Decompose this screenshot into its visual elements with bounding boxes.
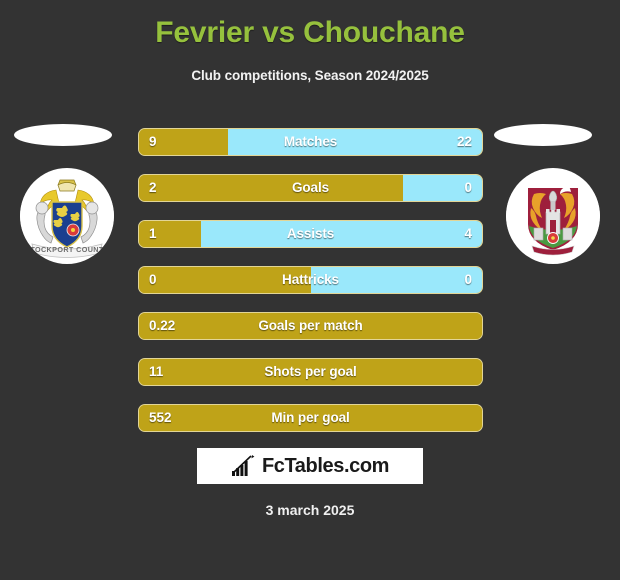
- stat-row-hattricks: 0 Hattricks 0: [138, 266, 483, 294]
- stat-row-assists: 1 Assists 4: [138, 220, 483, 248]
- walsall-crest-icon: [506, 169, 600, 263]
- stat-row-goals: 2 Goals 0: [138, 174, 483, 202]
- page-subtitle: Club competitions, Season 2024/2025: [191, 68, 429, 83]
- stat-label: Shots per goal: [264, 364, 357, 379]
- page-title: Fevrier vs Chouchane: [155, 16, 465, 49]
- stat-row-matches: 9 Matches 22: [138, 128, 483, 156]
- stat-label: Hattricks: [282, 272, 339, 287]
- stat-row-shots-per-goal: 11 Shots per goal: [138, 358, 483, 386]
- stat-label: Assists: [286, 226, 335, 241]
- away-team-crest: [506, 168, 600, 264]
- stockport-county-crest-icon: STOCKPORT COUNTY: [20, 169, 114, 263]
- away-value: 0: [464, 180, 472, 195]
- away-value: 22: [456, 134, 472, 149]
- stat-row-min-per-goal: 552 Min per goal: [138, 404, 483, 432]
- home-crest-top-ellipse: [14, 124, 112, 146]
- bar-chart-icon: [231, 455, 255, 476]
- stat-label: Goals: [291, 180, 329, 195]
- home-team-crest: STOCKPORT COUNTY: [20, 168, 114, 264]
- stat-row-goals-per-match: 0.22 Goals per match: [138, 312, 483, 340]
- fctables-logo-text: FcTables.com: [261, 454, 390, 477]
- away-crest-top-ellipse: [494, 124, 592, 146]
- stat-label: Goals per match: [258, 318, 363, 333]
- fctables-logo[interactable]: FcTables.com: [197, 448, 423, 484]
- away-value: 4: [464, 226, 472, 241]
- stat-label: Matches: [283, 134, 338, 149]
- player-comparison-infographic: Fevrier vs Chouchane Club competitions, …: [0, 0, 620, 580]
- stat-label: Min per goal: [271, 410, 350, 425]
- stats-bar-list: 9 Matches 22 2 Goals 0 1 Assists 4 0 Hat…: [138, 128, 483, 450]
- footer-date: 3 march 2025: [265, 502, 355, 518]
- svg-text:STOCKPORT COUNTY: STOCKPORT COUNTY: [25, 245, 109, 254]
- away-value: 0: [464, 272, 472, 287]
